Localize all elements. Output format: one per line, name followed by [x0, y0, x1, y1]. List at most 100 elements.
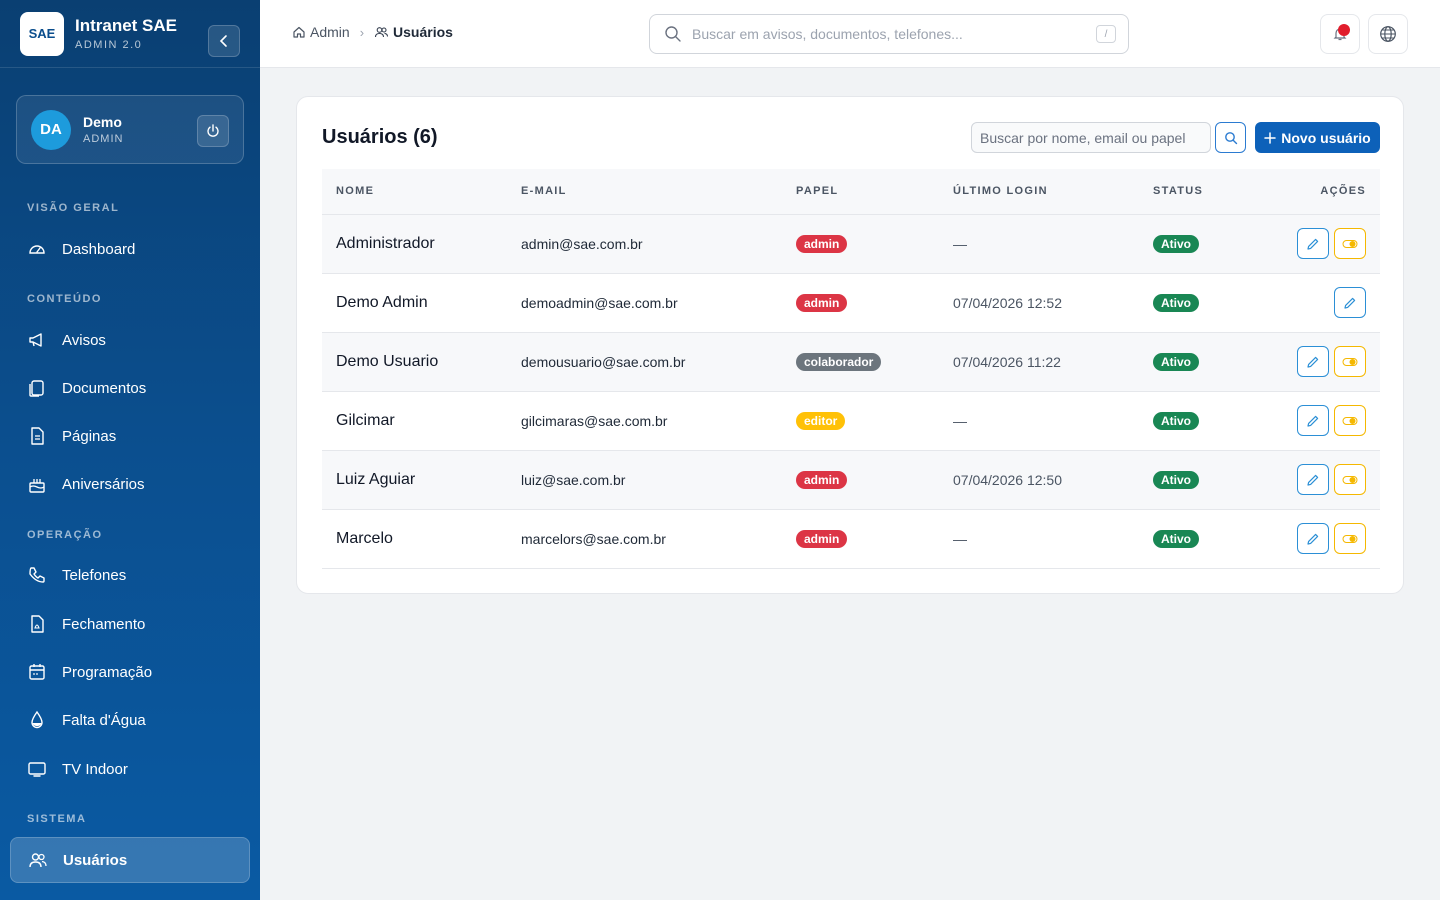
- users-table-body: Administrador admin@sae.com.br admin — Ativo…: [322, 214, 1380, 568]
- breadcrumb-separator-icon: ›: [359, 24, 365, 40]
- page-icon: [26, 425, 48, 447]
- notifications-button[interactable]: [1320, 14, 1360, 54]
- status-cell: Ativo: [1139, 273, 1259, 332]
- user-role-cell: admin: [782, 273, 939, 332]
- column-header-status[interactable]: STATUS: [1139, 169, 1259, 215]
- edit-user-button[interactable]: [1297, 228, 1329, 259]
- user-role-cell: editor: [782, 391, 939, 450]
- users-icon: [27, 849, 49, 871]
- sidebar-item-telefones[interactable]: Telefones: [10, 552, 250, 598]
- sidebar-item-paginas[interactable]: Páginas: [10, 413, 250, 459]
- documents-icon: [26, 377, 48, 399]
- actions-cell: [1259, 391, 1380, 450]
- user-email-cell: admin@sae.com.br: [521, 235, 643, 252]
- edit-user-button[interactable]: [1297, 523, 1329, 554]
- user-email-cell: demoadmin@sae.com.br: [521, 294, 678, 311]
- status-badge: Ativo: [1153, 470, 1199, 489]
- logout-button[interactable]: [197, 115, 229, 147]
- search-icon: [665, 26, 681, 42]
- user-name: Demo: [83, 114, 122, 130]
- edit-user-button[interactable]: [1297, 464, 1329, 495]
- breadcrumb-root: Admin: [310, 24, 350, 40]
- column-header-email[interactable]: E-MAIL: [507, 169, 782, 215]
- toggle-user-status-button[interactable]: [1334, 228, 1366, 259]
- edit-user-button[interactable]: [1297, 346, 1329, 377]
- user-role-cell: admin: [782, 509, 939, 568]
- app-title: Intranet SAE: [75, 16, 178, 35]
- phone-icon: [26, 564, 48, 586]
- role-badge: admin: [796, 470, 848, 489]
- toggle-user-status-button[interactable]: [1334, 346, 1366, 377]
- sidebar-item-programacao[interactable]: Programação: [10, 649, 250, 695]
- sidebar-item-label: Documentos: [62, 379, 147, 397]
- user-role-cell: colaborador: [782, 332, 939, 391]
- notification-badge: [1338, 24, 1350, 36]
- sidebar-item-label: Falta d'Água: [62, 711, 146, 729]
- collapse-sidebar-button[interactable]: [208, 25, 240, 57]
- toggle-icon: [1342, 357, 1358, 366]
- sidebar-item-avisos[interactable]: Avisos: [10, 317, 250, 363]
- table-row: Demo Admin demoadmin@sae.com.br admin 07/04…: [322, 273, 1380, 332]
- sidebar-item-dashboard[interactable]: Dashboard: [10, 226, 250, 272]
- status-cell: Ativo: [1139, 450, 1259, 509]
- sidebar-item-falta-agua[interactable]: Falta d'Água: [10, 697, 250, 743]
- column-header-papel[interactable]: PAPEL: [782, 169, 939, 215]
- sidebar-item-documentos[interactable]: Documentos: [10, 365, 250, 411]
- user-search-input[interactable]: [971, 122, 1211, 153]
- toggle-user-status-button[interactable]: [1334, 523, 1366, 554]
- global-search-input[interactable]: [692, 26, 1096, 42]
- app-subtitle: ADMIN 2.0: [75, 39, 143, 51]
- actions-cell: [1259, 214, 1380, 273]
- sidebar-item-tv-indoor[interactable]: TV Indoor: [10, 746, 250, 792]
- user-role: ADMIN: [83, 133, 124, 145]
- role-badge: colaborador: [796, 352, 882, 371]
- edit-user-button[interactable]: [1297, 405, 1329, 436]
- actions-cell: [1259, 509, 1380, 568]
- global-search[interactable]: /: [649, 14, 1129, 54]
- pdf-file-icon: [26, 613, 48, 635]
- breadcrumb-admin-link[interactable]: Admin: [292, 24, 350, 40]
- actions-cell: [1259, 450, 1380, 509]
- user-email-cell: gilcimaras@sae.com.br: [521, 412, 668, 429]
- language-button[interactable]: [1368, 14, 1408, 54]
- last-login-cell: 07/04/2026 12:52: [953, 294, 1062, 311]
- role-badge: editor: [796, 411, 846, 430]
- breadcrumb: Admin › Usuários: [292, 24, 453, 40]
- status-cell: Ativo: [1139, 391, 1259, 450]
- sidebar-item-aniversarios[interactable]: Aniversários: [10, 461, 250, 507]
- sidebar-item-label: Programação: [62, 663, 153, 681]
- last-login-cell: —: [953, 235, 967, 252]
- last-login-cell: —: [953, 412, 967, 429]
- gauge-icon: [26, 238, 48, 260]
- sidebar-item-label: Avisos: [62, 331, 106, 349]
- actions-cell: [1259, 332, 1380, 391]
- users-table: NOME E-MAIL PAPEL ÚLTIMO LOGIN STATUS AÇ…: [322, 169, 1380, 569]
- column-header-ultimo-login[interactable]: ÚLTIMO LOGIN: [939, 169, 1139, 215]
- sidebar-item-label: Páginas: [62, 427, 117, 445]
- actions-cell: [1259, 273, 1380, 332]
- sidebar-item-usuarios[interactable]: Usuários: [10, 837, 250, 883]
- user-name-cell: Marcelo: [336, 529, 393, 547]
- toggle-icon: [1342, 239, 1358, 248]
- toggle-icon: [1342, 534, 1358, 543]
- edit-user-button[interactable]: [1334, 287, 1366, 318]
- column-header-acoes: AÇÕES: [1259, 169, 1380, 215]
- role-badge: admin: [796, 293, 848, 312]
- toggle-user-status-button[interactable]: [1334, 464, 1366, 495]
- status-badge: Ativo: [1153, 293, 1199, 312]
- status-badge: Ativo: [1153, 234, 1199, 253]
- sidebar-item-fechamento[interactable]: Fechamento: [10, 601, 250, 647]
- pencil-icon: [1307, 533, 1319, 545]
- user-email-cell: demousuario@sae.com.br: [521, 353, 686, 370]
- new-user-button[interactable]: Novo usuário: [1255, 122, 1380, 153]
- toggle-user-status-button[interactable]: [1334, 405, 1366, 436]
- page-title: Usuários (6): [322, 126, 438, 148]
- user-email-cell: luiz@sae.com.br: [521, 471, 626, 488]
- users-card: Usuários (6) Novo usuário NOME E-MAIL PA…: [296, 96, 1404, 594]
- status-badge: Ativo: [1153, 411, 1199, 430]
- user-search-button[interactable]: [1215, 122, 1246, 153]
- column-header-nome[interactable]: NOME: [322, 169, 507, 215]
- chevron-left-icon: [219, 35, 227, 47]
- brand: SAE Intranet SAE ADMIN 2.0: [0, 0, 260, 68]
- droplet-icon: [26, 709, 48, 731]
